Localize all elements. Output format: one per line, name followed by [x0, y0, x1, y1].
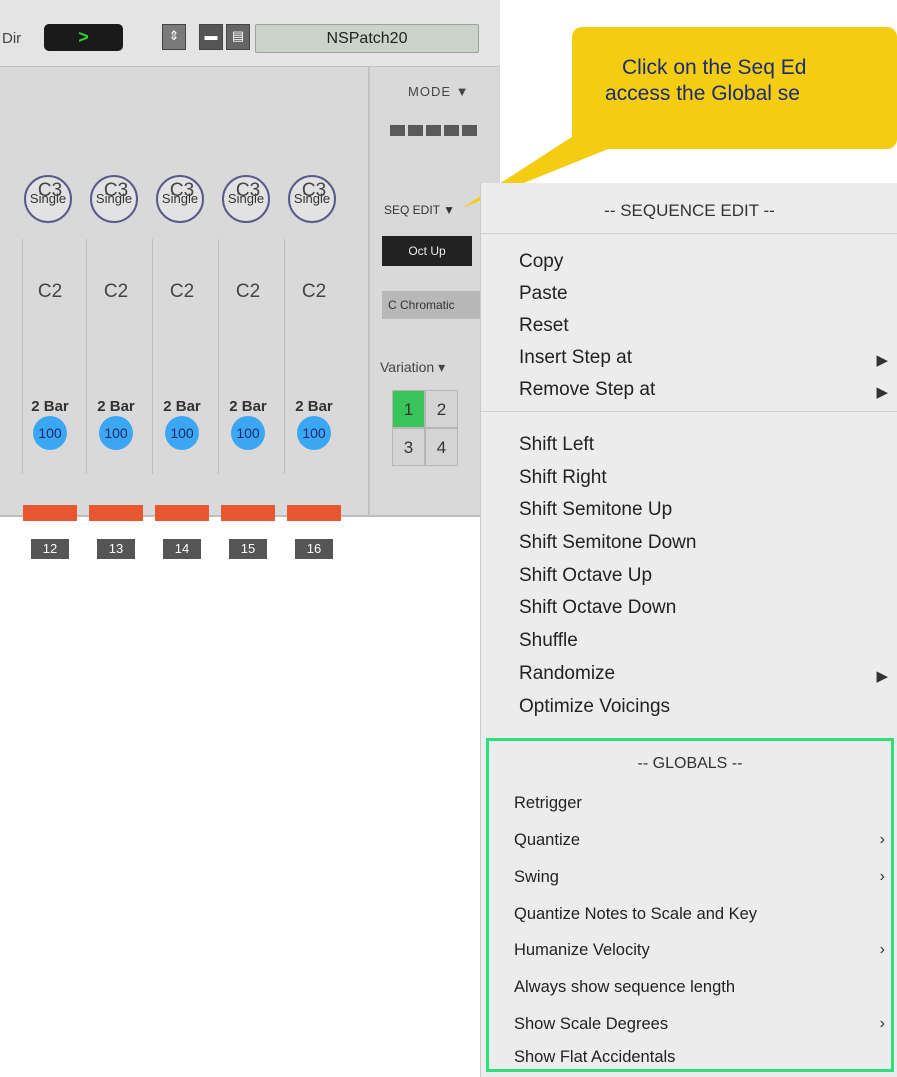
note-low[interactable]: C2: [89, 281, 143, 303]
step-length[interactable]: 2 Bar: [155, 398, 209, 415]
note-low[interactable]: C2: [155, 281, 209, 303]
menu-item-paste[interactable]: Paste: [519, 283, 568, 305]
globals-menu-section: -- GLOBALS -- Retrigger Quantize › Swing…: [486, 738, 894, 1072]
step-number: 14: [163, 539, 201, 559]
menu-item-shift-semitone-down[interactable]: Shift Semitone Down: [519, 532, 696, 554]
track-divider: [152, 239, 153, 474]
menu-item-show-flat-accidentals[interactable]: Show Flat Accidentals: [514, 1048, 675, 1067]
note-low[interactable]: C2: [221, 281, 275, 303]
menu-item-shift-left[interactable]: Shift Left: [519, 434, 594, 456]
menu-item-humanize-velocity[interactable]: Humanize Velocity: [514, 941, 650, 960]
variation-1-button[interactable]: 1: [392, 390, 425, 428]
step-gate[interactable]: [155, 505, 209, 521]
menu-item-quantize-notes[interactable]: Quantize Notes to Scale and Key: [514, 905, 757, 924]
chevron-right-icon: ›: [879, 1015, 885, 1032]
variation-4-button[interactable]: 4: [425, 428, 458, 466]
menu-item-always-show-length[interactable]: Always show sequence length: [514, 978, 735, 997]
step-length[interactable]: 2 Bar: [23, 398, 77, 415]
track-divider: [22, 239, 23, 474]
submenu-arrow-icon: ▶: [876, 668, 888, 685]
menu-item-reset[interactable]: Reset: [519, 315, 569, 337]
velocity-knob[interactable]: 100: [165, 416, 199, 450]
step-gate[interactable]: [287, 505, 341, 521]
step-length[interactable]: 2 Bar: [287, 398, 341, 415]
step-number: 15: [229, 539, 267, 559]
callout-tooltip: Click on the Seq Ed access the Global se: [572, 27, 897, 149]
menu-item-randomize[interactable]: Randomize: [519, 663, 615, 685]
step-length[interactable]: 2 Bar: [89, 398, 143, 415]
step-length[interactable]: 2 Bar: [221, 398, 275, 415]
menu-item-remove-step-at[interactable]: Remove Step at: [519, 379, 655, 401]
variation-3-button[interactable]: 3: [392, 428, 425, 466]
menu-divider: [481, 233, 897, 234]
step-number: 12: [31, 539, 69, 559]
step-gate[interactable]: [89, 505, 143, 521]
menu-item-shift-right[interactable]: Shift Right: [519, 467, 607, 489]
submenu-arrow-icon: ▶: [876, 384, 888, 401]
velocity-knob[interactable]: 100: [297, 416, 331, 450]
track-divider: [218, 239, 219, 474]
globals-header: -- GLOBALS --: [637, 755, 743, 772]
chevron-right-icon: ›: [879, 868, 885, 885]
menu-item-shift-octave-up[interactable]: Shift Octave Up: [519, 565, 652, 587]
track-divider: [86, 239, 87, 474]
menu-item-shift-octave-down[interactable]: Shift Octave Down: [519, 597, 676, 619]
menu-item-retrigger[interactable]: Retrigger: [514, 794, 582, 813]
track-divider: [284, 239, 285, 474]
step-gate[interactable]: [23, 505, 77, 521]
velocity-knob[interactable]: 100: [231, 416, 265, 450]
chevron-right-icon: ›: [879, 941, 885, 958]
variation-2-button[interactable]: 2: [425, 390, 458, 428]
callout-line-2: access the Global se: [605, 82, 800, 105]
menu-item-quantize[interactable]: Quantize: [514, 831, 580, 850]
menu-item-shift-semitone-up[interactable]: Shift Semitone Up: [519, 499, 672, 521]
variation-dropdown[interactable]: Variation ▾: [380, 359, 445, 376]
step-number: 16: [295, 539, 333, 559]
menu-header: -- SEQUENCE EDIT --: [604, 201, 775, 220]
menu-item-optimize-voicings[interactable]: Optimize Voicings: [519, 696, 670, 718]
step-gate[interactable]: [221, 505, 275, 521]
callout-line-1: Click on the Seq Ed: [622, 56, 807, 79]
velocity-knob[interactable]: 100: [33, 416, 67, 450]
menu-item-insert-step-at[interactable]: Insert Step at: [519, 347, 632, 369]
menu-item-copy[interactable]: Copy: [519, 251, 563, 273]
scale-selector[interactable]: C Chromatic: [382, 291, 480, 319]
menu-item-shuffle[interactable]: Shuffle: [519, 630, 578, 652]
menu-item-show-scale-degrees[interactable]: Show Scale Degrees: [514, 1015, 668, 1034]
menu-item-swing[interactable]: Swing: [514, 868, 559, 887]
menu-divider: [481, 411, 897, 412]
note-low[interactable]: C2: [287, 281, 341, 303]
velocity-knob[interactable]: 100: [99, 416, 133, 450]
submenu-arrow-icon: ▶: [876, 352, 888, 369]
chevron-right-icon: ›: [879, 831, 885, 848]
note-low[interactable]: C2: [23, 281, 77, 303]
step-number: 13: [97, 539, 135, 559]
